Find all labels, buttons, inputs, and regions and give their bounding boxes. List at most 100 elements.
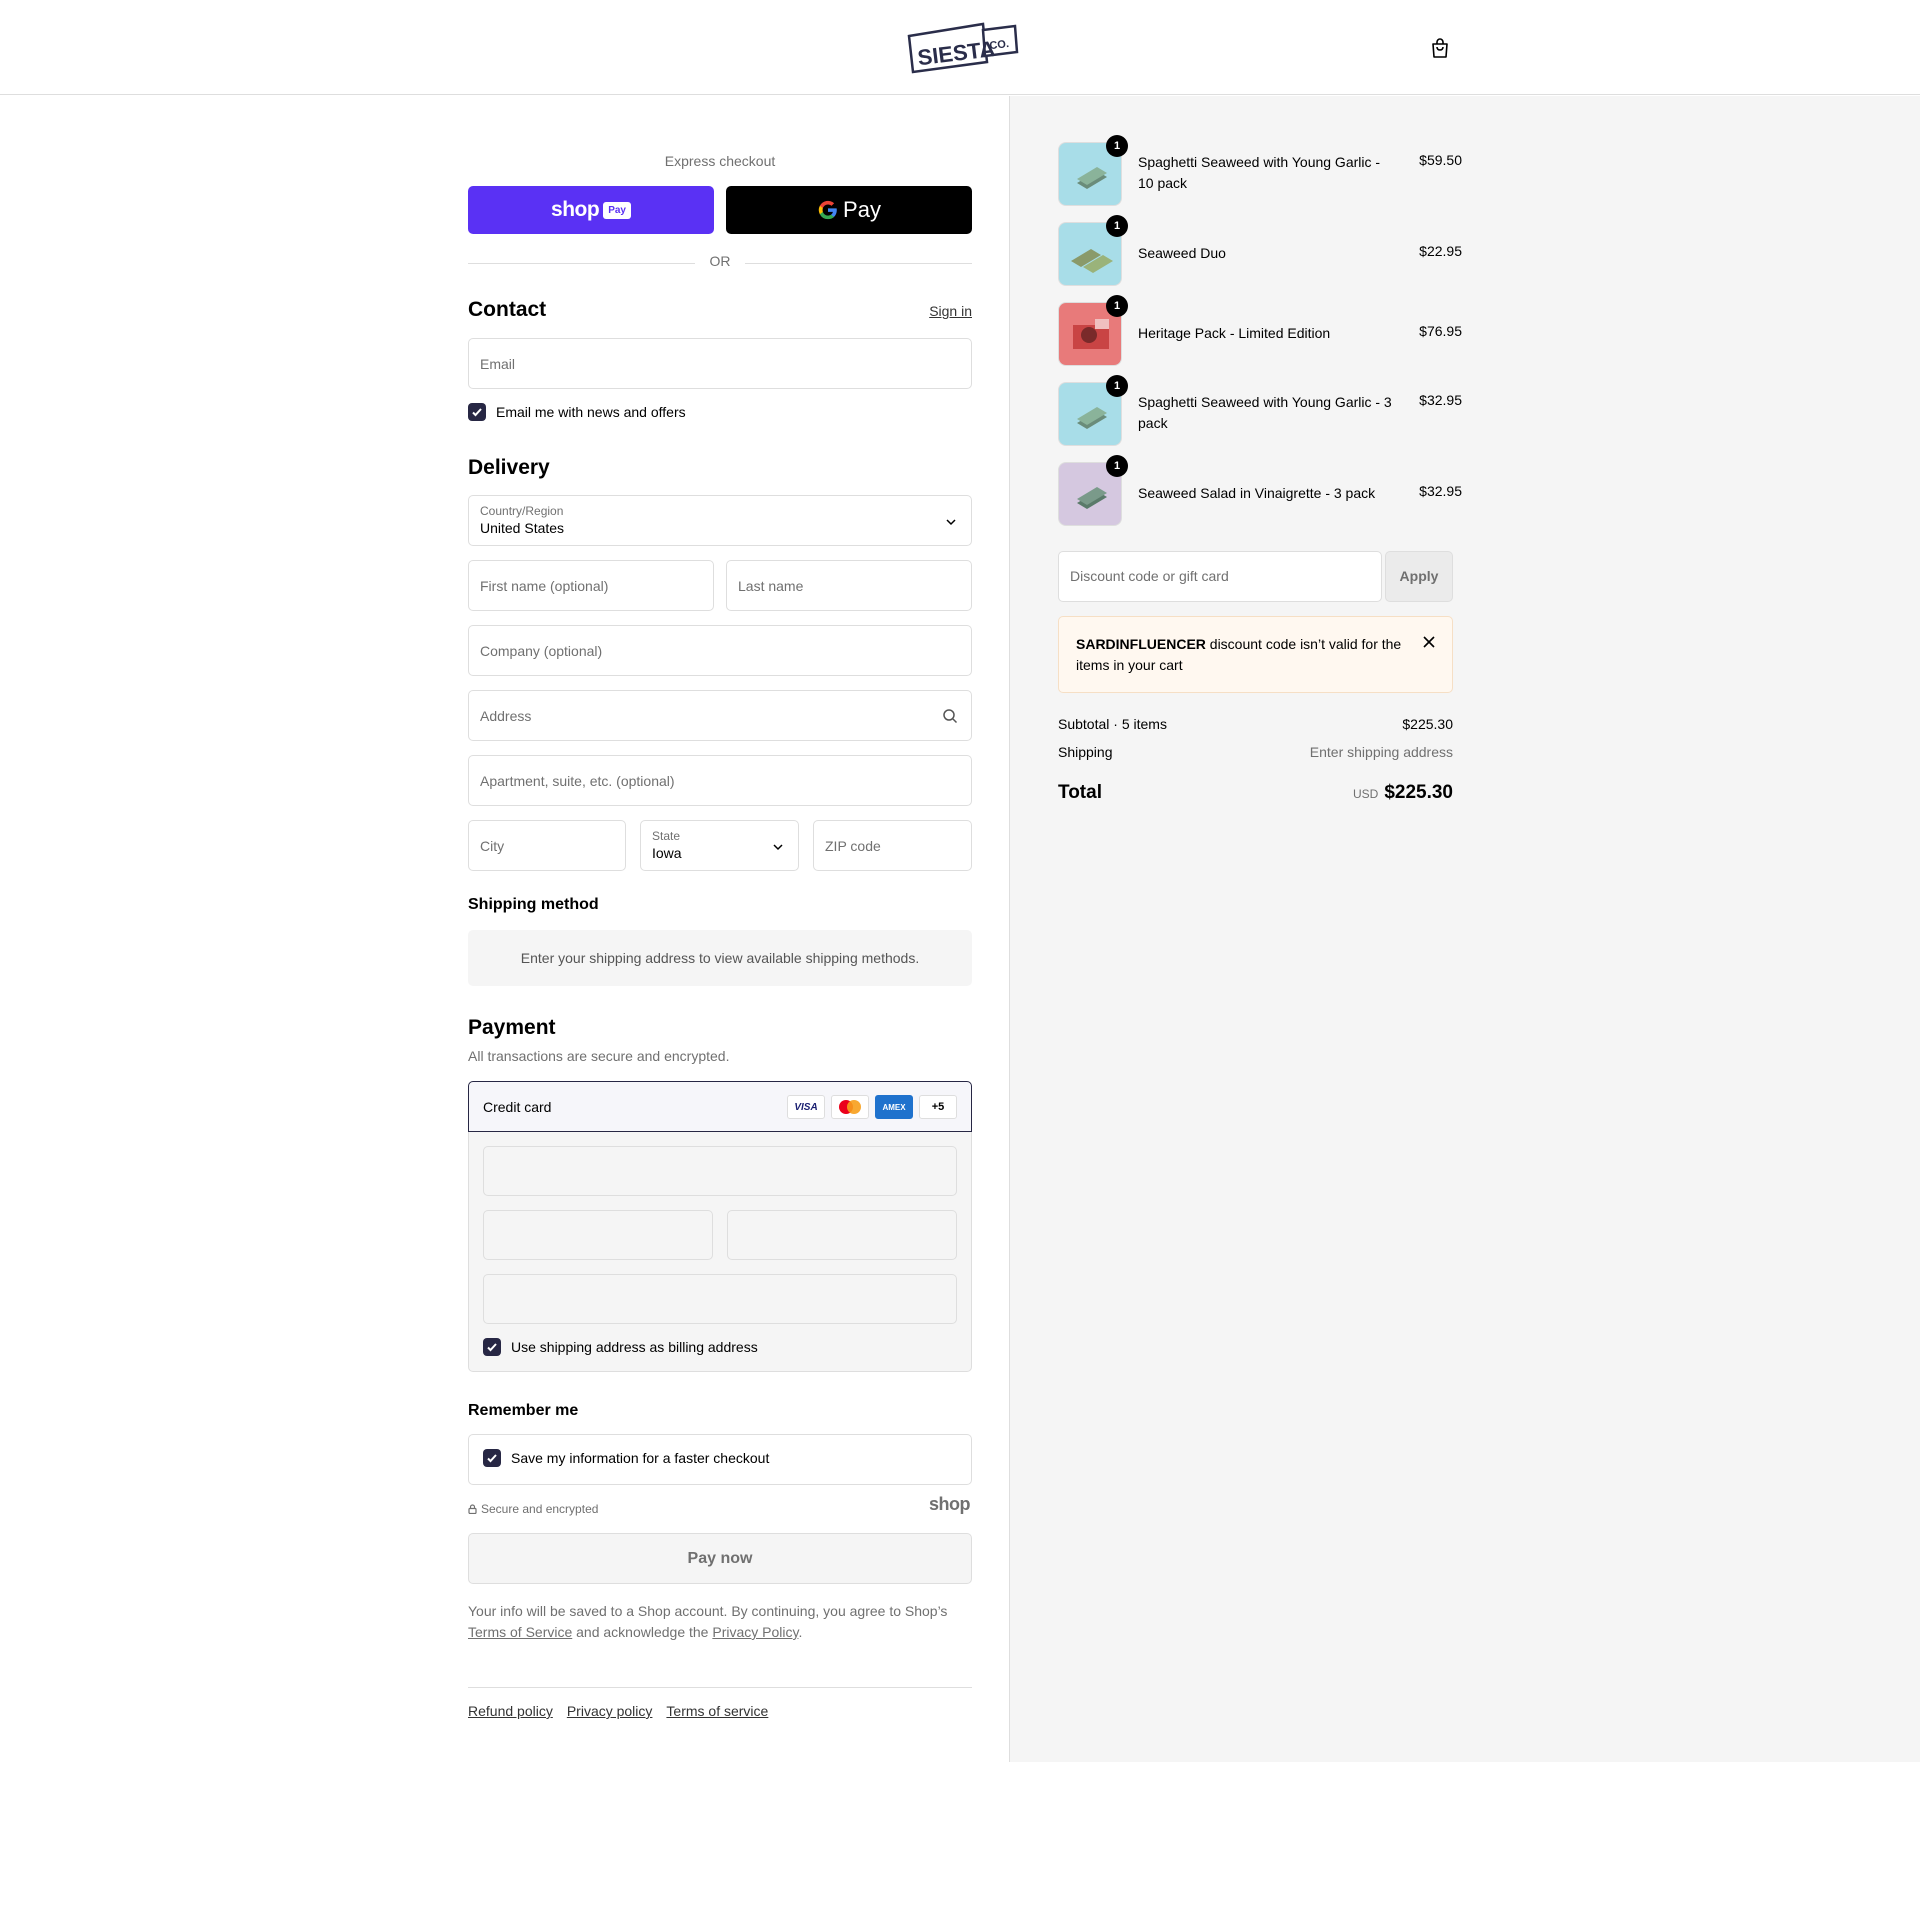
item-name: Spaghetti Seaweed with Young Garlic - 3 … <box>1138 394 1392 431</box>
shop-pay-pill: Pay <box>603 201 631 219</box>
legal-notice: Your info will be saved to a Shop accoun… <box>468 1601 972 1643</box>
total-label: Total <box>1058 782 1102 803</box>
item-name: Seaweed Salad in Vinaigrette - 3 pack <box>1138 485 1376 501</box>
shop-pay-word: shop <box>551 198 600 221</box>
item-price: $32.95 <box>1419 392 1462 408</box>
last-name-field[interactable]: Last name <box>726 560 972 611</box>
security-code-field[interactable] <box>727 1210 957 1260</box>
order-summary: 1 Spaghetti Seaweed with Young Garlic - … <box>1009 96 1920 1762</box>
or-text: OR <box>709 253 731 269</box>
state-select[interactable]: State Iowa <box>640 820 799 871</box>
shop-logo: shop <box>929 1494 971 1514</box>
terms-of-service-link[interactable]: Terms of Service <box>468 1624 572 1640</box>
or-divider: OR <box>468 253 972 273</box>
lock-icon <box>468 1504 477 1514</box>
secure-notice: Secure and encrypted <box>468 1502 598 1516</box>
shop-pay-button[interactable]: shop Pay <box>468 186 714 234</box>
svg-text:CO.: CO. <box>989 38 1010 52</box>
shipping-value: Enter shipping address <box>1309 744 1453 760</box>
address-field[interactable]: Address <box>468 690 972 741</box>
pay-now-button[interactable]: Pay now <box>468 1533 972 1584</box>
country-label: Country/Region <box>480 504 564 518</box>
remember-me-checkbox[interactable] <box>483 1449 501 1467</box>
chevron-down-icon <box>773 844 783 851</box>
cart-item: 1 Heritage Pack - Limited Edition $76.95 <box>1058 295 1462 366</box>
privacy-policy-link[interactable]: Privacy Policy <box>712 1624 798 1640</box>
newsletter-label: Email me with news and offers <box>496 404 686 420</box>
item-price: $59.50 <box>1419 152 1462 168</box>
express-checkout-title: Express checkout <box>664 153 776 169</box>
remember-me-box: Save my information for a faster checkou… <box>468 1434 972 1485</box>
newsletter-checkbox-row[interactable]: Email me with news and offers <box>468 403 686 421</box>
company-field[interactable]: Company (optional) <box>468 625 972 676</box>
quantity-badge: 1 <box>1106 375 1128 397</box>
subtotal-value: $225.30 <box>1402 716 1453 732</box>
legal-text: and acknowledge the <box>572 1624 713 1640</box>
city-field[interactable]: City <box>468 820 626 871</box>
footer-divider <box>468 1687 972 1688</box>
remember-me-heading: Remember me <box>468 1402 579 1419</box>
contact-heading: Contact <box>468 298 547 321</box>
cart-item: 1 Seaweed Duo $22.95 <box>1058 215 1462 286</box>
discount-error-alert: SARDINFLUENCER discount code isn’t valid… <box>1058 616 1453 693</box>
quantity-badge: 1 <box>1106 135 1128 157</box>
more-cards-badge: +5 <box>919 1095 957 1119</box>
item-name: Heritage Pack - Limited Edition <box>1138 325 1331 341</box>
mastercard-icon <box>831 1095 869 1119</box>
credit-card-option[interactable]: Credit card VISA AMEX +5 <box>468 1081 972 1132</box>
billing-address-checkbox-row[interactable]: Use shipping address as billing address <box>483 1338 758 1356</box>
siesta-logo[interactable]: SIESTA CO. <box>905 20 1020 74</box>
country-select[interactable]: Country/Region United States <box>468 495 972 546</box>
shipping-label: Shipping <box>1058 744 1113 760</box>
card-brands: VISA AMEX +5 <box>787 1095 957 1119</box>
state-label: State <box>652 829 681 843</box>
google-pay-button[interactable]: Pay <box>726 186 972 234</box>
newsletter-checkbox[interactable] <box>468 403 486 421</box>
address-placeholder: Address <box>480 707 532 724</box>
cart-item: 1 Seaweed Salad in Vinaigrette - 3 pack … <box>1058 455 1462 526</box>
item-price: $32.95 <box>1419 483 1462 499</box>
alert-code: SARDINFLUENCER <box>1076 636 1206 652</box>
item-price: $22.95 <box>1419 243 1462 259</box>
refund-policy-link[interactable]: Refund policy <box>468 1703 553 1719</box>
amex-icon: AMEX <box>875 1095 913 1119</box>
footer-privacy-policy-link[interactable]: Privacy policy <box>567 1703 653 1719</box>
expiration-field[interactable] <box>483 1210 713 1260</box>
item-price: $76.95 <box>1419 323 1462 339</box>
shipping-method-heading: Shipping method <box>468 896 599 913</box>
email-field[interactable]: Email <box>468 338 972 389</box>
visa-icon: VISA <box>787 1095 825 1119</box>
currency-code: USD <box>1352 787 1379 801</box>
card-number-field[interactable] <box>483 1146 957 1196</box>
apartment-field[interactable]: Apartment, suite, etc. (optional) <box>468 755 972 806</box>
delivery-heading: Delivery <box>468 456 550 479</box>
footer-links: Refund policy Privacy policy Terms of se… <box>468 1703 768 1719</box>
shopping-bag-icon[interactable] <box>1428 36 1452 60</box>
country-value: United States <box>480 520 565 536</box>
payment-subtitle: All transactions are secure and encrypte… <box>468 1048 730 1064</box>
credit-card-label: Credit card <box>483 1098 552 1115</box>
total-value: $225.30 <box>1384 782 1453 803</box>
cart-item: 1 Spaghetti Seaweed with Young Garlic - … <box>1058 135 1462 206</box>
quantity-badge: 1 <box>1106 215 1128 237</box>
subtotal-row: Subtotal · 5 items $225.30 <box>1058 716 1453 732</box>
footer-terms-link[interactable]: Terms of service <box>666 1703 768 1719</box>
remember-me-checkbox-row[interactable]: Save my information for a faster checkou… <box>483 1449 769 1467</box>
remember-me-label: Save my information for a faster checkou… <box>511 1450 770 1466</box>
total-row: Total USD $225.30 <box>1058 782 1453 804</box>
apply-discount-button[interactable]: Apply <box>1385 551 1453 602</box>
legal-text: . <box>798 1624 803 1640</box>
first-name-field[interactable]: First name (optional) <box>468 560 714 611</box>
close-icon[interactable] <box>1422 635 1436 649</box>
sign-in-link[interactable]: Sign in <box>929 303 972 319</box>
shipping-row: Shipping Enter shipping address <box>1058 744 1453 760</box>
header: SIESTA CO. <box>0 0 1920 95</box>
billing-label: Use shipping address as billing address <box>511 1339 758 1355</box>
billing-checkbox[interactable] <box>483 1338 501 1356</box>
legal-text: Your info will be saved to a Shop accoun… <box>468 1603 948 1619</box>
subtotal-label: Subtotal · 5 items <box>1058 716 1167 732</box>
alert-message: SARDINFLUENCER discount code isn’t valid… <box>1076 634 1416 676</box>
discount-code-input[interactable]: Discount code or gift card <box>1058 551 1382 602</box>
zip-code-field[interactable]: ZIP code <box>813 820 972 871</box>
name-on-card-field[interactable] <box>483 1274 957 1324</box>
